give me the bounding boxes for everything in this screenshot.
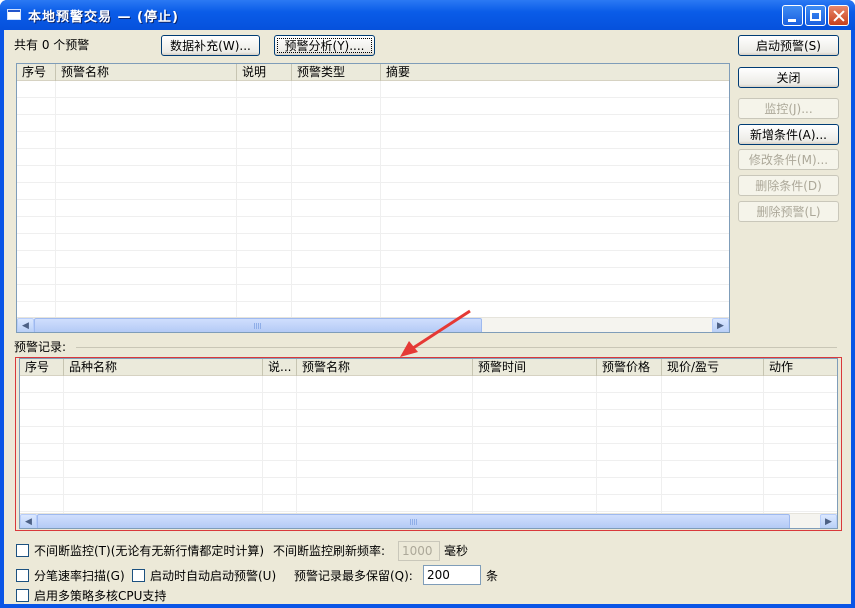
grid-line [380,81,381,317]
grid-line [17,81,729,98]
alerts-table-header: 序号 预警名称 说明 预警类型 摘要 [17,64,729,81]
auto-start-label: 启动时自动启动预警(U) [150,569,277,583]
annotation-arrow [400,309,471,357]
max-records-unit: 条 [486,569,499,583]
max-records-input[interactable] [423,565,481,585]
delete-condition-button[interactable]: 删除条件(D) [738,175,839,196]
column-header-index[interactable]: 序号 [20,359,64,376]
column-header-price-pnl[interactable]: 现价/盈亏 [662,359,764,376]
grid-line [55,81,56,317]
grid-line [17,149,729,166]
tick-scan-checkbox[interactable] [16,569,29,582]
grid-line [262,376,263,513]
start-alert-button[interactable]: 启动预警(S) [738,35,839,56]
monitor-button[interactable]: 监控(J)... [738,98,839,119]
grid-line [296,376,297,513]
app-window-icon [7,9,21,20]
grid-line [17,285,729,302]
alert-records-label: 预警记录: [14,340,67,354]
refresh-rate-label: 不间断监控刷新频率: [273,544,386,558]
column-header-alert-name[interactable]: 预警名称 [297,359,473,376]
grid-line [17,268,729,285]
alerts-table[interactable]: 序号 预警名称 说明 预警类型 摘要 ◀ ▶ [16,63,730,333]
column-header-summary[interactable]: 摘要 [381,64,729,81]
delete-alert-button[interactable]: 删除预警(L) [738,201,839,222]
scroll-right-icon[interactable]: ▶ [820,514,837,528]
grid-line [20,376,837,393]
minimize-button[interactable] [782,5,803,26]
column-header-action[interactable]: 动作 [764,359,837,376]
column-header-alert-price[interactable]: 预警价格 [597,359,662,376]
multicore-checkbox[interactable] [16,589,29,602]
scroll-right-icon[interactable]: ▶ [712,318,729,332]
grid-line [661,376,662,513]
alert-count-label: 共有 0 个预警 [14,38,90,52]
grid-line [17,217,729,234]
auto-start-checkbox[interactable] [132,569,145,582]
tick-scan-label: 分笔速率扫描(G) [34,569,125,583]
refresh-rate-input[interactable] [398,541,440,561]
multicore-label: 启用多策略多核CPU支持 [34,589,167,603]
scroll-left-icon[interactable]: ◀ [20,514,37,528]
records-table-header: 序号 品种名称 说... 预警名称 预警时间 预警价格 现价/盈亏 动作 [20,359,837,376]
refresh-rate-unit: 毫秒 [444,544,469,558]
column-header-instrument-name[interactable]: 品种名称 [64,359,263,376]
alert-analysis-button[interactable]: 预警分析(Y).... [274,35,375,56]
grid-line [17,251,729,268]
max-records-label: 预警记录最多保留(Q): [294,569,413,583]
column-header-index[interactable]: 序号 [17,64,56,81]
close-window-button[interactable] [828,5,849,26]
column-header-alert-name[interactable]: 预警名称 [56,64,237,81]
data-supplement-button[interactable]: 数据补充(W)... [161,35,260,56]
grid-line [596,376,597,513]
grid-line [472,376,473,513]
grid-line [763,376,764,513]
app-window: 本地预警交易 — (停止) 共有 0 个预警 数据补充(W)... 预警分析(Y… [0,0,855,608]
scroll-left-icon[interactable]: ◀ [17,318,34,332]
grid-line [17,234,729,251]
grid-line [20,393,837,410]
column-header-description[interactable]: 说明 [237,64,292,81]
scroll-thumb[interactable] [37,514,790,528]
maximize-button[interactable] [805,5,826,26]
grid-line [63,376,64,513]
edit-condition-button[interactable]: 修改条件(M)... [738,149,839,170]
grid-line [20,444,837,461]
grid-line [291,81,292,317]
grid-line [20,461,837,478]
grid-line [17,132,729,149]
continuous-monitor-checkbox[interactable] [16,544,29,557]
grid-line [17,166,729,183]
grid-line [20,410,837,427]
grid-line [236,81,237,317]
grid-line [17,98,729,115]
close-button[interactable]: 关闭 [738,67,839,88]
grid-line [17,200,729,217]
grid-line [20,427,837,444]
column-header-alert-time[interactable]: 预警时间 [473,359,597,376]
records-horizontal-scrollbar[interactable]: ◀ ▶ [20,513,837,528]
alerts-horizontal-scrollbar[interactable]: ◀ ▶ [17,317,729,332]
grid-line [20,495,837,512]
grid-line [17,183,729,200]
column-header-alert-type[interactable]: 预警类型 [292,64,381,81]
add-condition-button[interactable]: 新增条件(A)... [738,124,839,145]
grid-line [20,478,837,495]
continuous-monitor-label: 不间断监控(T)(无论有无新行情都定时计算) [34,544,265,558]
window-title: 本地预警交易 — (停止) [28,10,179,25]
title-bar[interactable]: 本地预警交易 — (停止) [0,0,855,30]
column-header-description[interactable]: 说... [263,359,297,376]
grid-line [17,115,729,132]
alert-records-table[interactable]: 序号 品种名称 说... 预警名称 预警时间 预警价格 现价/盈亏 动作 ◀ ▶ [19,358,838,529]
